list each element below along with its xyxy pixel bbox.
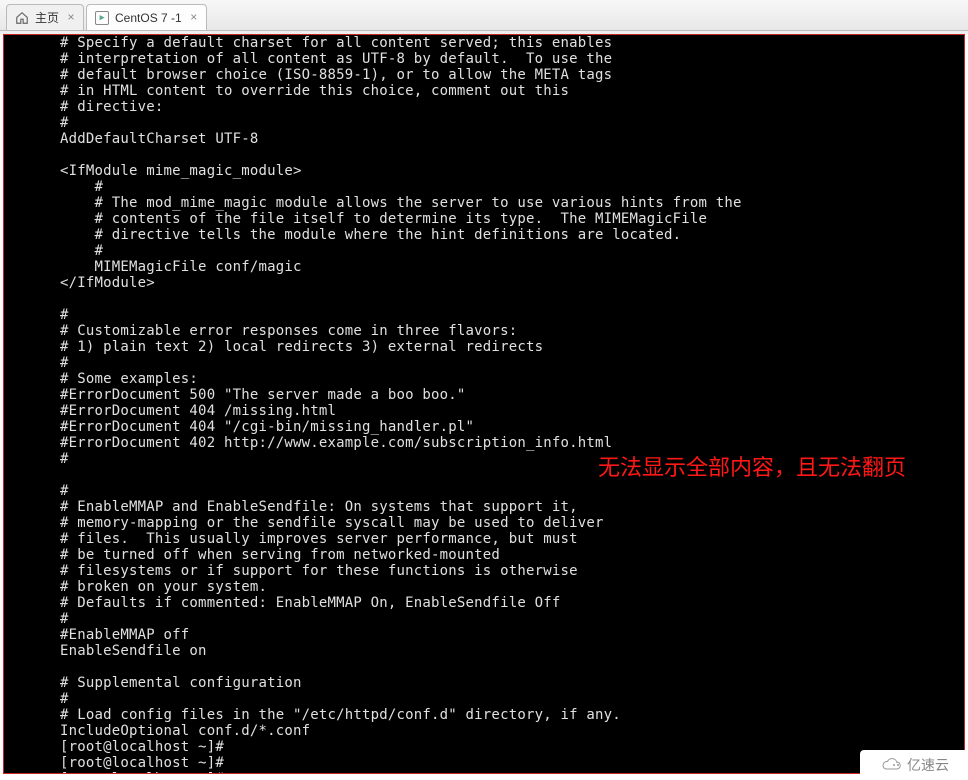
terminal-viewport[interactable]: # Specify a default charset for all cont… xyxy=(3,34,965,774)
tab-vm-label: CentOS 7 -1 xyxy=(115,11,182,25)
content-area: # Specify a default charset for all cont… xyxy=(0,34,968,780)
terminal-cursor xyxy=(233,773,241,774)
vm-icon: ▸ xyxy=(95,11,109,25)
tab-bar: 主页 × ▸ CentOS 7 -1 × xyxy=(0,0,968,31)
cloud-icon xyxy=(879,757,903,773)
tab-home[interactable]: 主页 × xyxy=(6,4,84,30)
close-icon[interactable]: × xyxy=(188,12,200,24)
tab-home-label: 主页 xyxy=(35,9,59,26)
home-icon xyxy=(15,11,29,25)
watermark: 亿速云 xyxy=(860,750,968,780)
close-icon[interactable]: × xyxy=(65,12,77,24)
watermark-label: 亿速云 xyxy=(907,755,949,775)
terminal-output: # Specify a default charset for all cont… xyxy=(4,35,964,774)
annotation-text: 无法显示全部内容，且无法翻页 xyxy=(598,451,958,484)
tab-vm[interactable]: ▸ CentOS 7 -1 × xyxy=(86,4,207,30)
